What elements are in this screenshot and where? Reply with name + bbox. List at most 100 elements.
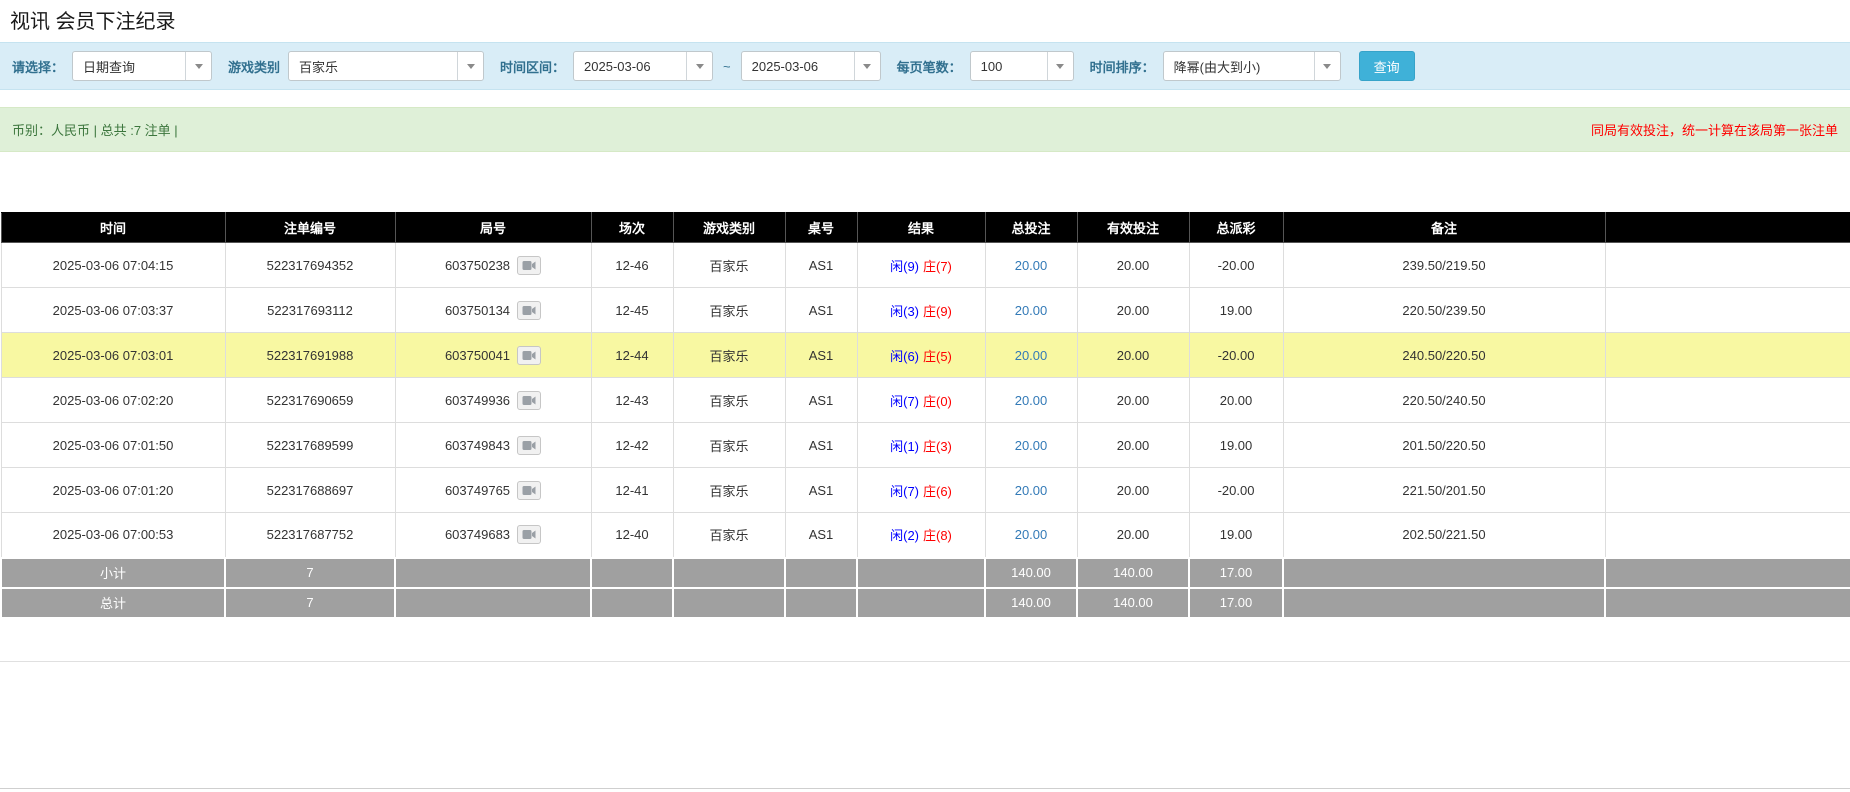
date-to-picker[interactable]: 2025-03-06 [741, 51, 881, 81]
date-from-picker[interactable]: 2025-03-06 [573, 51, 713, 81]
result-banker: 庄(5) [923, 349, 952, 364]
result-banker: 庄(8) [923, 528, 952, 543]
game-type-value: 百家乐 [289, 52, 457, 80]
chevron-down-icon[interactable] [686, 52, 712, 80]
game-type-select[interactable]: 百家乐 [288, 51, 484, 81]
time-sort-select[interactable]: 降幂(由大到小) [1163, 51, 1341, 81]
table-row: 2025-03-06 07:04:15 522317694352 6037502… [1, 243, 1850, 288]
cell-remark: 220.50/239.50 [1283, 288, 1605, 333]
video-replay-icon[interactable] [517, 525, 541, 544]
result-banker: 庄(0) [923, 394, 952, 409]
round-number: 603749765 [445, 483, 510, 498]
cell-valid-bet: 20.00 [1077, 513, 1189, 558]
chevron-down-icon[interactable] [1047, 52, 1073, 80]
header-bet-id: 注单编号 [225, 213, 395, 243]
cell-bet-id: 522317690659 [225, 378, 395, 423]
header-remark: 备注 [1283, 213, 1605, 243]
result-banker: 庄(7) [923, 259, 952, 274]
total-bet-link[interactable]: 20.00 [1015, 438, 1048, 453]
result-player: 闲(2) [890, 528, 919, 543]
cell-session: 12-42 [591, 423, 673, 468]
cell-payout: 19.00 [1189, 513, 1283, 558]
cell-session: 12-44 [591, 333, 673, 378]
cell-total-bet: 20.00 [985, 333, 1077, 378]
video-replay-icon[interactable] [517, 481, 541, 500]
round-number: 603750238 [445, 258, 510, 273]
search-button[interactable]: 查询 [1359, 51, 1415, 81]
total-bet-link[interactable]: 20.00 [1015, 303, 1048, 318]
total-bet-link[interactable]: 20.00 [1015, 348, 1048, 363]
cell-time: 2025-03-06 07:01:50 [1, 423, 225, 468]
cell-payout: -20.00 [1189, 333, 1283, 378]
subtotal-valid-bet: 140.00 [1077, 558, 1189, 588]
page-size-select[interactable]: 100 [970, 51, 1074, 81]
cell-result: 闲(9)庄(7) [857, 243, 985, 288]
cell-bet-id: 522317688697 [225, 468, 395, 513]
page-bottom-rule [0, 788, 1850, 789]
cell-total-bet: 20.00 [985, 423, 1077, 468]
query-type-select[interactable]: 日期查询 [72, 51, 212, 81]
cell-valid-bet: 20.00 [1077, 378, 1189, 423]
cell-game-type: 百家乐 [673, 243, 785, 288]
cell-table-no: AS1 [785, 468, 857, 513]
cell-game-type: 百家乐 [673, 333, 785, 378]
chevron-down-icon[interactable] [854, 52, 880, 80]
cell-bet-id: 522317694352 [225, 243, 395, 288]
page: 视讯 会员下注纪录 请选择： 日期查询 游戏类别 百家乐 时间区间： 2025-… [0, 0, 1850, 792]
subtotal-total-bet: 140.00 [985, 558, 1077, 588]
chevron-down-icon[interactable] [185, 52, 211, 80]
total-bet-link[interactable]: 20.00 [1015, 393, 1048, 408]
cell-payout: 19.00 [1189, 288, 1283, 333]
cell-overflow [1605, 468, 1850, 513]
cell-remark: 239.50/219.50 [1283, 243, 1605, 288]
filter-bar: 请选择： 日期查询 游戏类别 百家乐 时间区间： 2025-03-06 ~ 20… [0, 42, 1850, 90]
cell-valid-bet: 20.00 [1077, 243, 1189, 288]
cell-session: 12-46 [591, 243, 673, 288]
round-number: 603750041 [445, 348, 510, 363]
cell-payout: 19.00 [1189, 423, 1283, 468]
cell-bet-id: 522317687752 [225, 513, 395, 558]
cell-bet-id: 522317693112 [225, 288, 395, 333]
page-size-label: 每页笔数： [897, 57, 962, 76]
cell-total-bet: 20.00 [985, 378, 1077, 423]
cell-session: 12-40 [591, 513, 673, 558]
round-number: 603749936 [445, 393, 510, 408]
cell-game-type: 百家乐 [673, 513, 785, 558]
cell-table-no: AS1 [785, 288, 857, 333]
query-type-value: 日期查询 [73, 52, 185, 80]
cell-table-no: AS1 [785, 333, 857, 378]
total-bet-link[interactable]: 20.00 [1015, 258, 1048, 273]
total-valid-bet: 140.00 [1077, 588, 1189, 618]
cell-total-bet: 20.00 [985, 513, 1077, 558]
cell-total-bet: 20.00 [985, 468, 1077, 513]
video-replay-icon[interactable] [517, 346, 541, 365]
round-number: 603749683 [445, 527, 510, 542]
chevron-down-icon[interactable] [457, 52, 483, 80]
table-body: 2025-03-06 07:04:15 522317694352 6037502… [1, 243, 1850, 558]
cell-session: 12-43 [591, 378, 673, 423]
date-from-value: 2025-03-06 [574, 52, 686, 80]
header-game-type: 游戏类别 [673, 213, 785, 243]
cell-round: 603749843 [395, 423, 591, 468]
cell-round: 603749936 [395, 378, 591, 423]
cell-result: 闲(2) 庄(8) [857, 513, 985, 558]
video-replay-icon[interactable] [517, 301, 541, 320]
total-bet-link[interactable]: 20.00 [1015, 527, 1048, 542]
video-replay-icon[interactable] [517, 256, 541, 275]
cell-remark: 220.50/240.50 [1283, 378, 1605, 423]
cell-table-no: AS1 [785, 423, 857, 468]
chevron-down-icon[interactable] [1314, 52, 1340, 80]
subtotal-row: 小计 7 140.00 140.00 17.00 [1, 558, 1850, 588]
cell-session: 12-41 [591, 468, 673, 513]
subtotal-count: 7 [225, 558, 395, 588]
video-replay-icon[interactable] [517, 436, 541, 455]
total-total-bet: 140.00 [985, 588, 1077, 618]
page-size-value: 100 [971, 52, 1047, 80]
header-result: 结果 [857, 213, 985, 243]
bet-records-table: 时间 注单编号 局号 场次 游戏类别 桌号 结果 总投注 有效投注 总派彩 备注… [0, 212, 1850, 619]
subtotal-payout: 17.00 [1189, 558, 1283, 588]
cell-time: 2025-03-06 07:01:20 [1, 468, 225, 513]
total-bet-link[interactable]: 20.00 [1015, 483, 1048, 498]
total-label: 总计 [1, 588, 225, 618]
video-replay-icon[interactable] [517, 391, 541, 410]
